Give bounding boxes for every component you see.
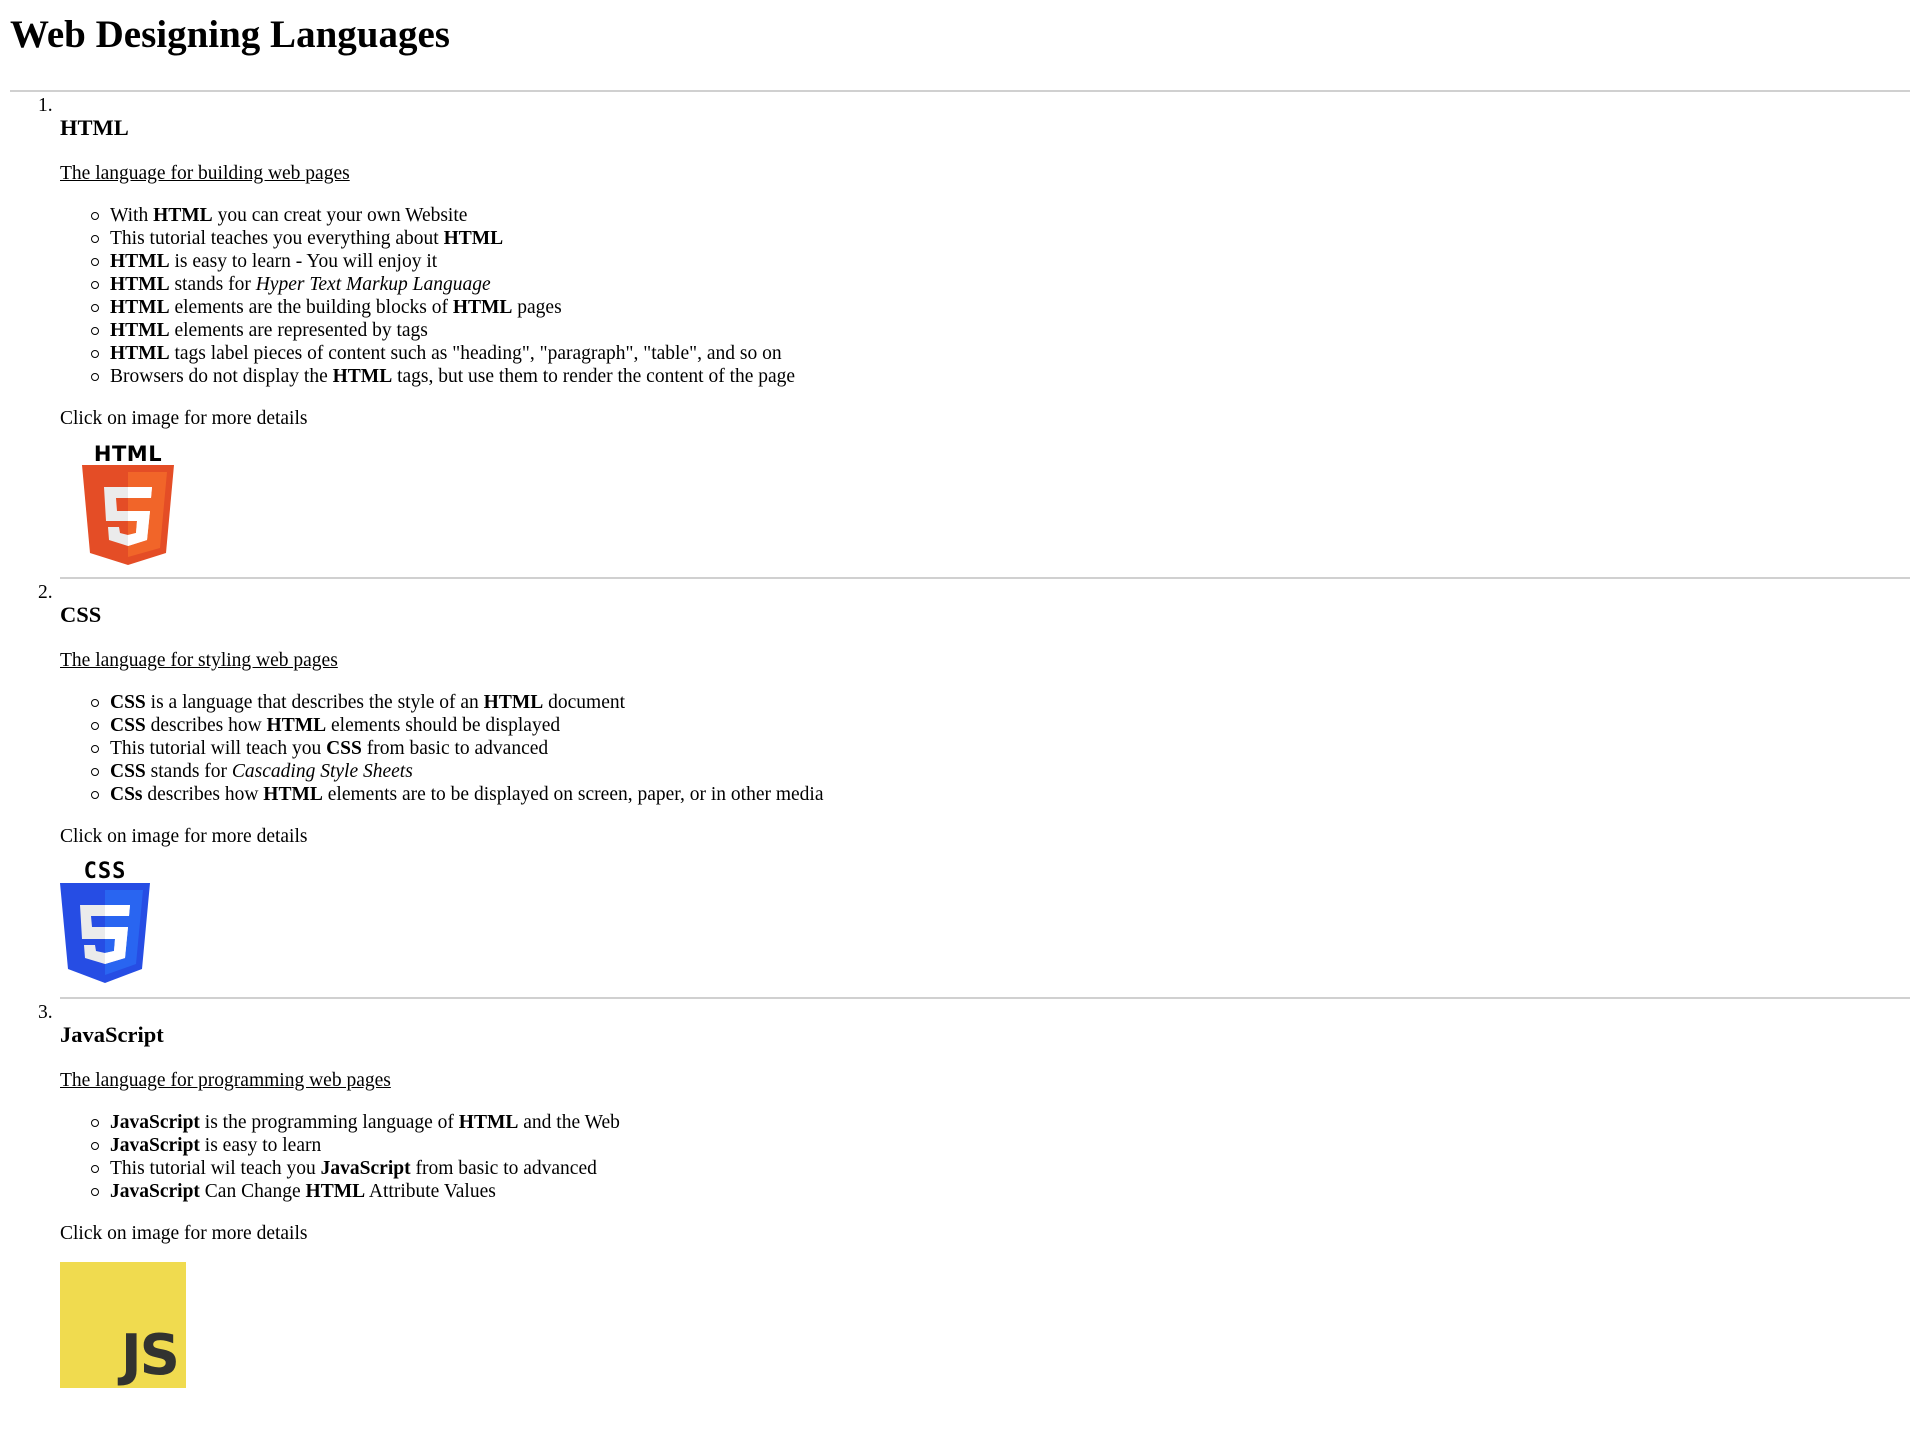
css3-logo-link[interactable]: CSS (60, 861, 1910, 987)
language-tagline: The language for building web pages (60, 163, 350, 184)
list-number: 2. (38, 582, 53, 603)
feature-list: CSS is a language that describes the sty… (60, 691, 1910, 806)
list-item: CSS stands for Cascading Style Sheets (91, 760, 1910, 783)
list-item: HTML elements are the building blocks of… (91, 296, 1910, 319)
page-title: Web Designing Languages (10, 13, 450, 56)
list-item: CSs describes how HTML elements are to b… (91, 783, 1910, 806)
html5-shield-icon (82, 465, 174, 565)
list-item: This tutorial will teach you CSS from ba… (91, 737, 1910, 760)
list-item: CSS is a language that describes the sty… (91, 691, 1910, 714)
list-item: With HTML you can creat your own Website (91, 204, 1910, 227)
list-item: CSS describes how HTML elements should b… (91, 714, 1910, 737)
list-item: HTML stands for Hyper Text Markup Langua… (91, 273, 1910, 296)
language-tagline: The language for programming web pages (60, 1070, 391, 1091)
html5-logo-link[interactable]: HTML (60, 443, 1910, 567)
list-number: 3. (38, 1002, 53, 1023)
css3-logo-icon: CSS (60, 861, 160, 991)
javascript-logo-link[interactable]: JS (60, 1262, 1910, 1388)
logo-text: CSS (83, 859, 127, 884)
language-item-javascript: 3. JavaScript The language for programmi… (38, 999, 1910, 1388)
language-item-html: 1. HTML The language for building web pa… (38, 92, 1910, 579)
feature-list: With HTML you can creat your own Website… (60, 204, 1910, 388)
language-heading: JavaScript (60, 1022, 164, 1047)
logo-text: HTML (93, 442, 163, 466)
click-note: Click on image for more details (60, 826, 308, 847)
language-item-css: 2. CSS The language for styling web page… (38, 579, 1910, 999)
click-note: Click on image for more details (60, 1223, 308, 1244)
logo-text: JS (120, 1323, 180, 1388)
list-item: JavaScript is the programming language o… (91, 1111, 1910, 1134)
list-item: HTML elements are represented by tags (91, 319, 1910, 342)
language-heading: CSS (60, 602, 102, 627)
javascript-logo-icon: JS (60, 1262, 186, 1388)
language-tagline: The language for styling web pages (60, 650, 338, 671)
list-item: HTML tags label pieces of content such a… (91, 342, 1910, 365)
html5-logo-icon: HTML (74, 443, 182, 573)
languages-list: 1. HTML The language for building web pa… (10, 92, 1910, 1388)
click-note: Click on image for more details (60, 408, 308, 429)
css3-shield-icon (60, 883, 150, 983)
list-item: JavaScript is easy to learn (91, 1134, 1910, 1157)
list-number: 1. (38, 95, 53, 116)
feature-list: JavaScript is the programming language o… (60, 1111, 1910, 1203)
page: Web Designing Languages 1. HTML The lang… (0, 0, 1920, 1388)
list-item: Browsers do not display the HTML tags, b… (91, 365, 1910, 388)
list-item: This tutorial wil teach you JavaScript f… (91, 1157, 1910, 1180)
list-item: HTML is easy to learn - You will enjoy i… (91, 250, 1910, 273)
language-heading: HTML (60, 115, 129, 140)
list-item: JavaScript Can Change HTML Attribute Val… (91, 1180, 1910, 1203)
list-item: This tutorial teaches you everything abo… (91, 227, 1910, 250)
